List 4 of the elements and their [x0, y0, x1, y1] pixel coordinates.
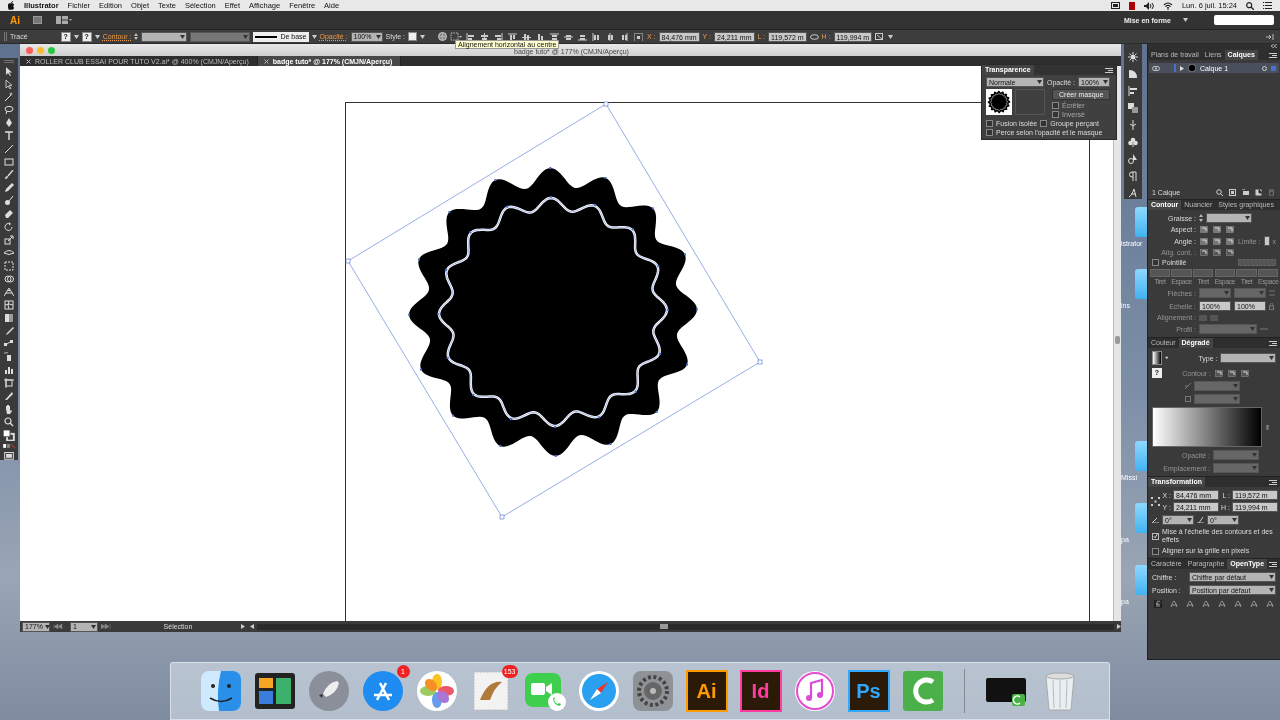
app-icon[interactable]: Id	[739, 670, 782, 712]
app-logo: Ai	[10, 14, 20, 26]
app-icon[interactable]: Ai	[685, 670, 728, 712]
app-icon[interactable]: Ps	[847, 670, 890, 712]
